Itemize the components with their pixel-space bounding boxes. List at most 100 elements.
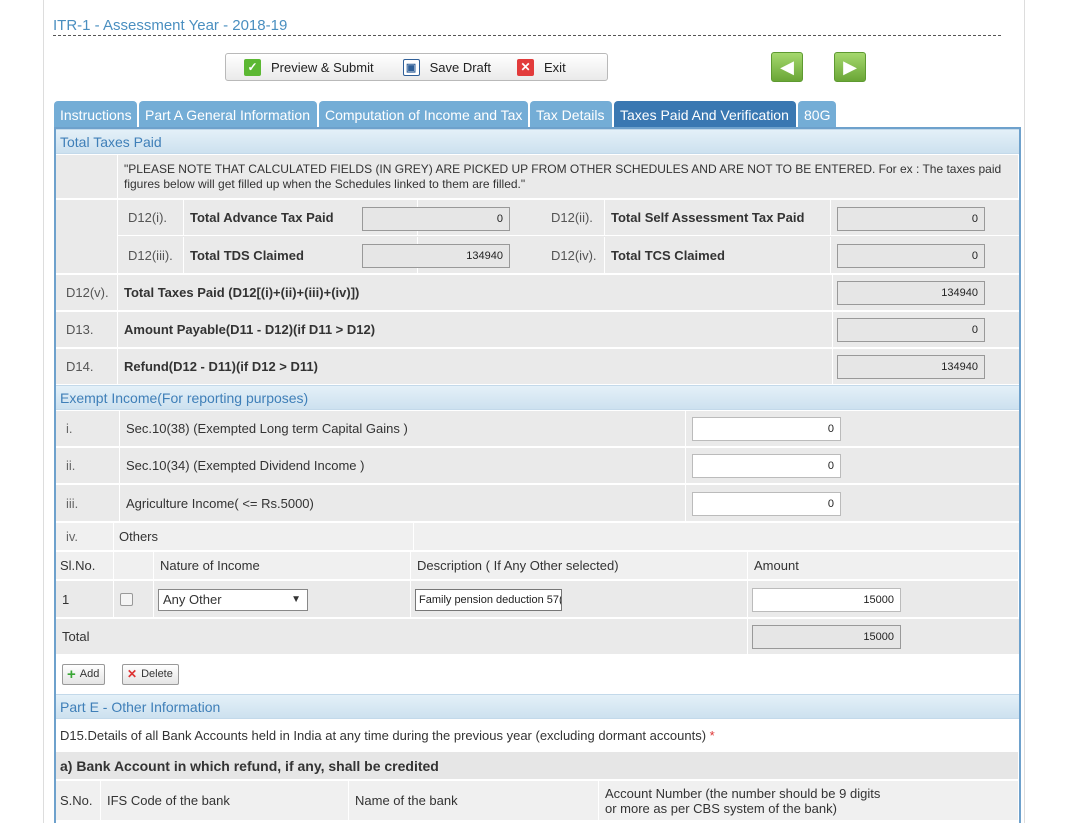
- d12ii-label: Total Self Assessment Tax Paid: [605, 200, 831, 235]
- total-taxes-paid-field: 134940: [837, 281, 985, 305]
- save-draft-button[interactable]: ▣ Save Draft: [402, 56, 492, 78]
- refund-account-title: a) Bank Account in which refund, if any,…: [56, 752, 1019, 779]
- table-row: 1 Any Other ▼ Family pension deduction 57…: [56, 581, 1019, 618]
- exit-label: Exit: [544, 59, 566, 75]
- row-select-cell: [114, 581, 154, 617]
- d12iii-code: D12(iii).: [118, 237, 184, 273]
- others-table-header: Sl.No. Nature of Income Description ( If…: [56, 552, 1019, 580]
- preview-submit-label: Preview & Submit: [271, 59, 374, 75]
- delete-x-icon: ✕: [127, 667, 138, 681]
- tab-80g[interactable]: 80G: [798, 101, 836, 128]
- d12v-label: Total Taxes Paid (D12[(i)+(ii)+(iii)+(iv…: [118, 275, 833, 310]
- arrow-left-icon: ◀: [780, 57, 794, 77]
- total-row: Total 15000: [56, 619, 1019, 655]
- exempt-row-num: ii.: [56, 448, 120, 483]
- section-header-total-taxes-paid: Total Taxes Paid: [56, 129, 1019, 154]
- ifsc-header: IFS Code of the bank: [101, 781, 349, 820]
- action-buttons-row: + Add ✕ Delete: [56, 656, 1019, 696]
- account-number-header-line2: or more as per CBS system of the bank): [605, 800, 837, 816]
- d12-row-1: D12(i). Total Advance Tax Paid 0 D12(ii)…: [118, 200, 1019, 236]
- note-row: "PLEASE NOTE THAT CALCULATED FIELDS (IN …: [56, 155, 1019, 199]
- arrow-right-icon: ▶: [843, 57, 857, 77]
- d13-row: D13. Amount Payable(D11 - D12)(if D11 > …: [56, 312, 1019, 348]
- others-label: Others: [114, 523, 414, 550]
- sno-header: S.No.: [56, 781, 101, 820]
- slno-header: Sl.No.: [56, 552, 114, 579]
- d15-label: D15.Details of all Bank Accounts held in…: [60, 727, 707, 743]
- total-label: Total: [56, 619, 748, 654]
- d12v-code: D12(v).: [56, 275, 118, 310]
- next-button[interactable]: ▶: [834, 52, 866, 82]
- note-spacer: [56, 155, 118, 198]
- description-header: Description ( If Any Other selected): [411, 552, 748, 579]
- agriculture-income-input[interactable]: 0: [692, 492, 841, 516]
- description-input[interactable]: Family pension deduction 57(: [415, 589, 562, 611]
- toolbar: ✓ Preview & Submit ▣ Save Draft ✕ Exit: [225, 53, 608, 81]
- bank-name-header: Name of the bank: [349, 781, 599, 820]
- dividend-exempt-input[interactable]: 0: [692, 454, 841, 478]
- add-button[interactable]: + Add: [62, 664, 106, 685]
- refund-field: 134940: [837, 355, 985, 379]
- d12iv-code: D12(iv).: [545, 237, 605, 273]
- tab-panel: Total Taxes Paid "PLEASE NOTE THAT CALCU…: [54, 127, 1021, 823]
- d15-label-cell: D15.Details of all Bank Accounts held in…: [56, 720, 1019, 750]
- account-number-header-line1: Account Number (the number should be 9 d…: [605, 785, 881, 801]
- save-draft-label: Save Draft: [429, 59, 492, 75]
- d14-label: Refund(D12 - D11)(if D12 > D11): [118, 349, 833, 384]
- d12i-code: D12(i).: [118, 200, 184, 235]
- checkbox-header: [114, 552, 154, 579]
- exempt-row-num: iii.: [56, 485, 120, 521]
- ltcg-exempt-input[interactable]: 0: [692, 417, 841, 441]
- form-title: ITR-1 - Assessment Year - 2018-19: [53, 17, 288, 34]
- tab-bar: Instructions Part A General Information …: [54, 101, 838, 128]
- nature-of-income-select[interactable]: Any Other ▼: [158, 589, 308, 611]
- block-spacer: [56, 200, 118, 274]
- tab-tax-details[interactable]: Tax Details: [530, 101, 612, 128]
- d12-row-2: D12(iii). Total TDS Claimed 134940 D12(i…: [118, 237, 1019, 274]
- row-checkbox[interactable]: [120, 592, 133, 606]
- close-icon: ✕: [517, 58, 535, 76]
- section-header-part-e: Part E - Other Information: [56, 694, 1019, 719]
- exit-button[interactable]: ✕ Exit: [517, 56, 566, 78]
- d13-code: D13.: [56, 312, 118, 347]
- d15-row: D15.Details of all Bank Accounts held in…: [56, 720, 1019, 751]
- nature-selected-value: Any Other: [163, 592, 222, 607]
- d12v-row: D12(v). Total Taxes Paid (D12[(i)+(ii)+(…: [56, 275, 1019, 311]
- d14-row: D14. Refund(D12 - D11)(if D12 > D11) 134…: [56, 349, 1019, 385]
- tab-instructions[interactable]: Instructions: [54, 101, 137, 128]
- advance-tax-field: 0: [362, 207, 510, 231]
- delete-button[interactable]: ✕ Delete: [122, 664, 179, 685]
- exempt-row-ltcg: i. Sec.10(38) (Exempted Long term Capita…: [56, 411, 1019, 447]
- nature-header: Nature of Income: [154, 552, 411, 579]
- preview-submit-button[interactable]: ✓ Preview & Submit: [244, 56, 374, 78]
- check-icon: ✓: [244, 58, 261, 76]
- total-field: 15000: [752, 625, 901, 649]
- add-label: Add: [79, 668, 100, 680]
- amount-input[interactable]: 15000: [752, 588, 901, 612]
- plus-icon: +: [67, 666, 76, 683]
- exempt-row-label: Agriculture Income( <= Rs.5000): [120, 485, 686, 521]
- self-assessment-tax-field: 0: [837, 207, 985, 231]
- tab-part-a-general-information[interactable]: Part A General Information: [139, 101, 317, 128]
- section-header-exempt-income: Exempt Income(For reporting purposes): [56, 385, 1019, 410]
- exempt-row-agriculture: iii. Agriculture Income( <= Rs.5000) 0: [56, 485, 1019, 522]
- page: ITR-1 - Assessment Year - 2018-19 ✓ Prev…: [0, 0, 1065, 823]
- bank-table-header: S.No. IFS Code of the bank Name of the b…: [56, 781, 1019, 821]
- required-mark: *: [709, 727, 715, 743]
- d12iv-label: Total TCS Claimed: [605, 237, 831, 273]
- row-slno: 1: [56, 581, 114, 617]
- d13-label: Amount Payable(D11 - D12)(if D11 > D12): [118, 312, 833, 347]
- tab-computation-of-income-and-tax[interactable]: Computation of Income and Tax: [319, 101, 528, 128]
- others-row: iv. Others: [56, 523, 1019, 551]
- calculated-fields-note: "PLEASE NOTE THAT CALCULATED FIELDS (IN …: [118, 155, 1019, 198]
- previous-button[interactable]: ◀: [771, 52, 803, 82]
- floppy-disk-icon: ▣: [402, 58, 420, 76]
- dropdown-arrow-icon: ▼: [291, 594, 301, 605]
- others-num: iv.: [56, 523, 114, 550]
- exempt-row-label: Sec.10(34) (Exempted Dividend Income ): [120, 448, 686, 483]
- tab-taxes-paid-and-verification[interactable]: Taxes Paid And Verification: [614, 101, 796, 128]
- exempt-row-num: i.: [56, 411, 120, 446]
- amount-header: Amount: [748, 552, 1019, 579]
- account-number-header: Account Number (the number should be 9 d…: [599, 781, 1019, 820]
- d12ii-code: D12(ii).: [545, 200, 605, 235]
